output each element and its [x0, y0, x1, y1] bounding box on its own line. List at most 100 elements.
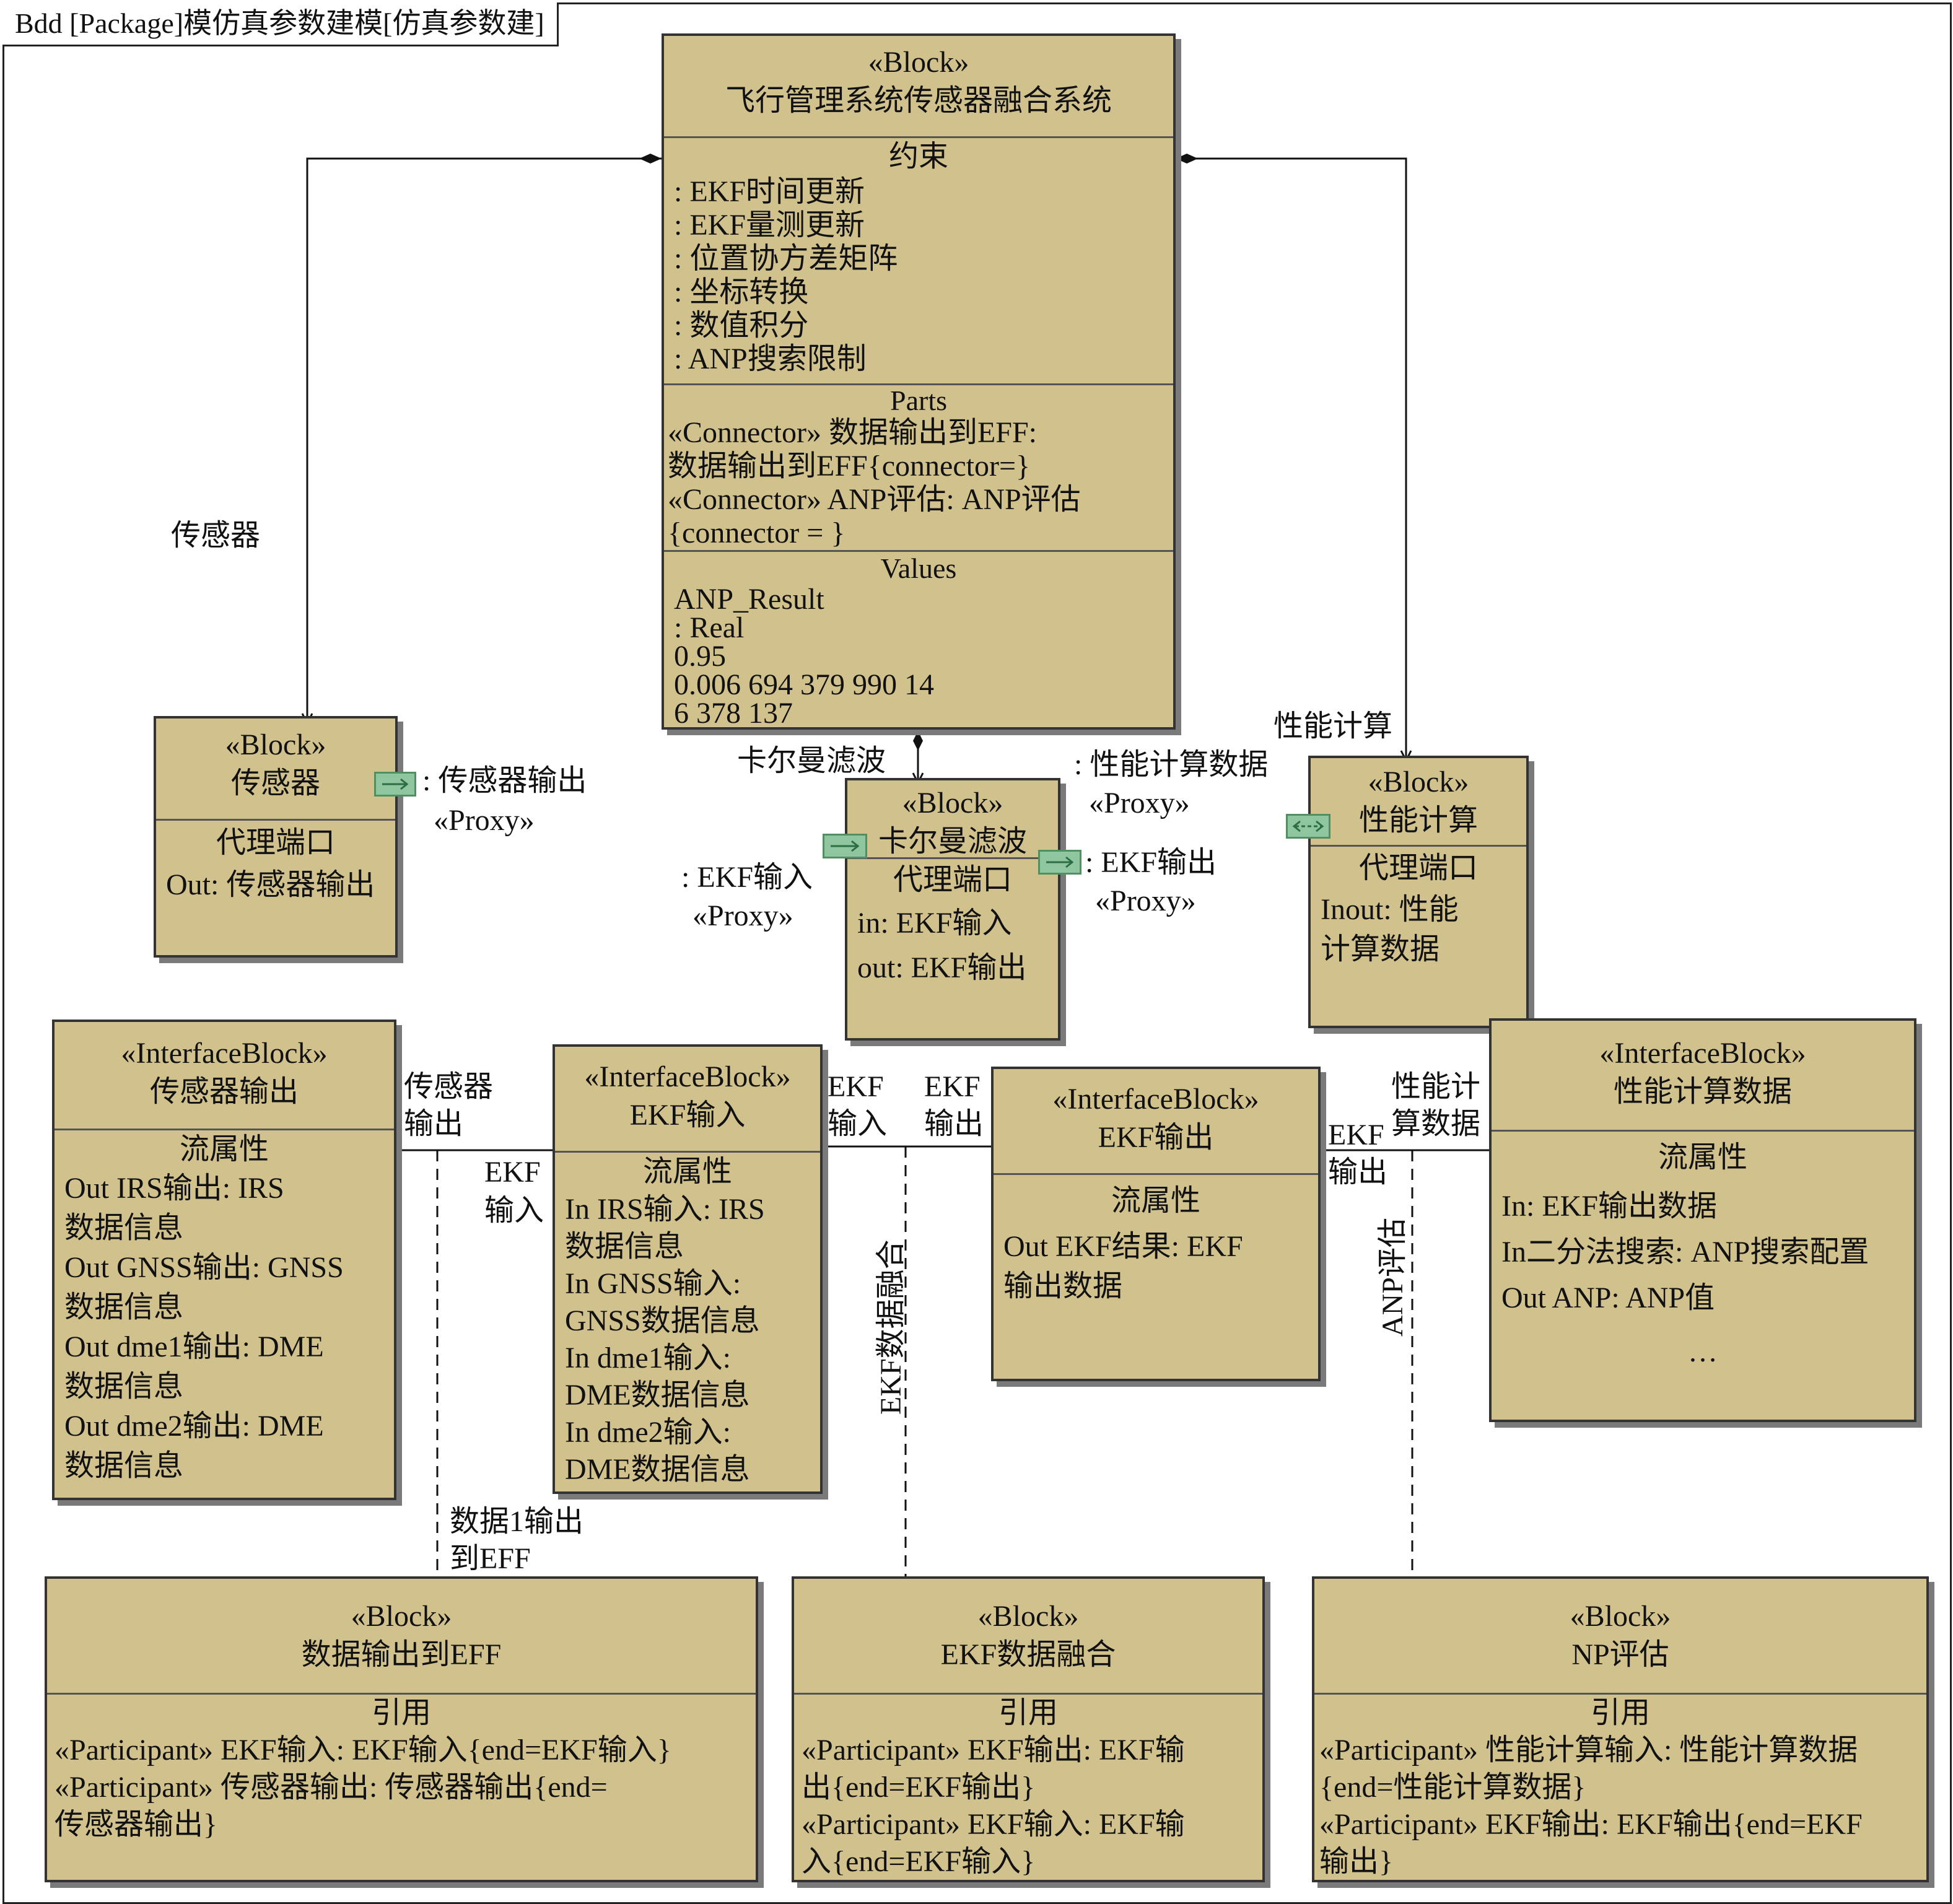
participant-row: 输出}	[1319, 1845, 1394, 1878]
kalman-out-port-stereotype: «Proxy»	[1095, 884, 1196, 917]
assoc-np-ref-title: 引用	[1590, 1697, 1650, 1729]
end-label: EKF	[828, 1070, 884, 1103]
participant-row: «Participant» EKF输出: EKF输	[802, 1734, 1185, 1766]
participant-row: «Participant» 性能计算输入: 性能计算数据	[1319, 1734, 1858, 1766]
flow-property: In dme1输入:	[565, 1342, 731, 1374]
if-ekfout-stereotype: «InterfaceBlock»	[1052, 1083, 1259, 1116]
participant-row: 入{end=EKF输入}	[802, 1845, 1036, 1878]
composition-kalman[interactable]	[913, 731, 923, 778]
flow-property: Out dme2输出: DME	[64, 1410, 324, 1443]
flow-property: 数据信息	[64, 1449, 184, 1482]
flow-property: In IRS输入: IRS	[565, 1193, 765, 1226]
flow-property: 数据信息	[64, 1291, 184, 1324]
end-label: 输出	[404, 1107, 464, 1140]
kalman-out-port-label: : EKF输出	[1085, 846, 1217, 879]
end-label: 输入	[484, 1194, 544, 1227]
assoc-label-anp: ANP评估	[1376, 1217, 1409, 1337]
kalman-proxy-title: 代理端口	[893, 863, 1012, 896]
interface-perf-data[interactable]: «InterfaceBlock» 性能计算数据 流属性 In: EKF输出数据 …	[1489, 1018, 1916, 1422]
participant-row: «Participant» EKF输入: EKF输	[802, 1808, 1185, 1841]
perf-proxy-title: 代理端口	[1358, 852, 1478, 884]
interface-sensor-output[interactable]: «InterfaceBlock» 传感器输出 流属性 Out IRS输出: IR…	[52, 1020, 396, 1500]
end-label: EKF	[484, 1156, 541, 1189]
main-block-stereotype: «Block»	[868, 46, 969, 79]
if-ekfin-stereotype: «InterfaceBlock»	[584, 1060, 791, 1093]
perf-port-label: : 性能计算数据	[1074, 748, 1269, 781]
end-label: 传感器	[404, 1070, 494, 1103]
composition-sensor[interactable]	[307, 154, 662, 718]
kalman-in-port-stereotype: «Proxy»	[693, 899, 793, 932]
flow-property: Out EKF结果: EKF	[1003, 1230, 1243, 1263]
perf-inout-port[interactable]	[1286, 814, 1330, 839]
kalman-in-port[interactable]	[823, 834, 867, 858]
assoc-block-ekf-fusion[interactable]: «Block» EKF数据融合 引用 «Participant» EKF输出: …	[792, 1576, 1265, 1882]
if-perf-stereotype: «InterfaceBlock»	[1599, 1037, 1806, 1070]
perf-block[interactable]: «Block» 性能计算 代理端口 Inout: 性能 计算数据	[1308, 756, 1529, 1028]
arrow-right-icon	[1046, 856, 1074, 868]
participant-row: 出{end=EKF输出}	[802, 1771, 1036, 1804]
perf-block-stereotype: «Block»	[1368, 766, 1469, 798]
constraints-title: 约束	[888, 140, 948, 173]
sensor-block[interactable]: «Block» 传感器 代理端口 Out: 传感器输出	[154, 716, 398, 958]
assoc-block-data-to-eff[interactable]: «Block» 数据输出到EFF 引用 «Participant» EKF输入:…	[45, 1576, 758, 1882]
perf-association-label: 性能计算	[1274, 710, 1393, 743]
kalman-proxy-row: in: EKF输入	[857, 907, 1012, 940]
sensor-proxy-row: Out: 传感器输出	[166, 868, 375, 901]
kalman-block-name: 卡尔曼滤波	[878, 825, 1027, 858]
if-perf-flow-title: 流属性	[1658, 1141, 1747, 1174]
kalman-block-stereotype: «Block»	[902, 787, 1003, 819]
interface-ekf-output[interactable]: «InterfaceBlock» EKF输出 流属性 Out EKF结果: EK…	[991, 1067, 1321, 1381]
sensor-proxy-title: 代理端口	[216, 826, 335, 859]
flow-property: In: EKF输出数据	[1501, 1190, 1718, 1223]
sensor-out-port[interactable]	[374, 772, 416, 797]
arrow-right-icon	[831, 840, 860, 852]
end-label: 输出	[924, 1107, 984, 1140]
flow-property: 数据信息	[565, 1230, 684, 1263]
if-sensor-name: 传感器输出	[149, 1075, 299, 1108]
sensor-port-stereotype: «Proxy»	[434, 804, 535, 837]
flow-property: DME数据信息	[565, 1379, 750, 1412]
end-label: 性能计	[1391, 1070, 1481, 1103]
assoc-eff-name: 数据输出到EFF	[301, 1638, 502, 1671]
sensor-port-label: : 传感器输出	[422, 764, 587, 797]
constraint-item: : ANP搜索限制	[674, 343, 867, 375]
kalman-block[interactable]: «Block» 卡尔曼滤波 代理端口 in: EKF输入 out: EKF输出	[845, 778, 1060, 1041]
end-label: EKF	[1328, 1119, 1384, 1151]
perf-proxy-row: 计算数据	[1321, 933, 1440, 966]
assoc-block-np-eval[interactable]: «Block» NP评估 引用 «Participant» 性能计算输入: 性能…	[1312, 1576, 1929, 1882]
assoc-eff-ref-title: 引用	[371, 1697, 431, 1729]
part-item: «Connector» 数据输出到EFF:	[668, 416, 1037, 449]
arrow-right-icon	[382, 778, 409, 790]
interface-ekf-input[interactable]: «InterfaceBlock» EKF输入 流属性 In IRS输入: IRS…	[553, 1044, 823, 1494]
flow-property: GNSS数据信息	[565, 1304, 760, 1337]
sensor-block-stereotype: «Block»	[225, 728, 326, 761]
flow-property: In二分法搜索: ANP搜索配置	[1501, 1236, 1869, 1269]
kalman-in-port-label: : EKF输入	[681, 861, 813, 894]
constraint-item: : EKF量测更新	[674, 209, 865, 242]
composition-perf[interactable]	[1176, 154, 1406, 756]
sensor-block-name: 传感器	[230, 767, 320, 800]
perf-proxy-row: Inout: 性能	[1321, 893, 1459, 926]
constraint-item: : 位置协方差矩阵	[674, 242, 898, 275]
main-block[interactable]: «Block» 飞行管理系统传感器融合系统 约束 : EKF时间更新 : EKF…	[662, 33, 1176, 730]
constraint-item: : 坐标转换	[674, 276, 809, 308]
if-sensor-flow-title: 流属性	[179, 1133, 269, 1166]
value-item: 6 378 137	[674, 697, 793, 730]
end-label: 输入	[828, 1107, 888, 1140]
assoc-np-name: NP评估	[1571, 1638, 1669, 1671]
values-title: Values	[880, 552, 957, 584]
kalman-proxy-row: out: EKF输出	[857, 951, 1027, 984]
flow-property: Out ANP: ANP值	[1501, 1282, 1715, 1314]
flow-property: Out IRS输出: IRS	[64, 1172, 284, 1205]
flow-property: 数据信息	[64, 1370, 184, 1403]
flow-property: Out GNSS输出: GNSS	[64, 1251, 344, 1284]
value-item: 0.95	[674, 640, 726, 673]
kalman-out-port[interactable]	[1038, 850, 1081, 875]
part-item: 数据输出到EFF{connector=}	[668, 450, 1031, 483]
constraint-item: : 数值积分	[674, 309, 809, 342]
perf-block-name: 性能计算	[1358, 804, 1478, 837]
if-sensor-stereotype: «InterfaceBlock»	[121, 1037, 328, 1070]
flow-property: In dme2输入:	[565, 1416, 731, 1449]
assoc-fusion-ref-title: 引用	[998, 1697, 1058, 1729]
assoc-label-fusion: EKF数据融合	[875, 1239, 907, 1415]
